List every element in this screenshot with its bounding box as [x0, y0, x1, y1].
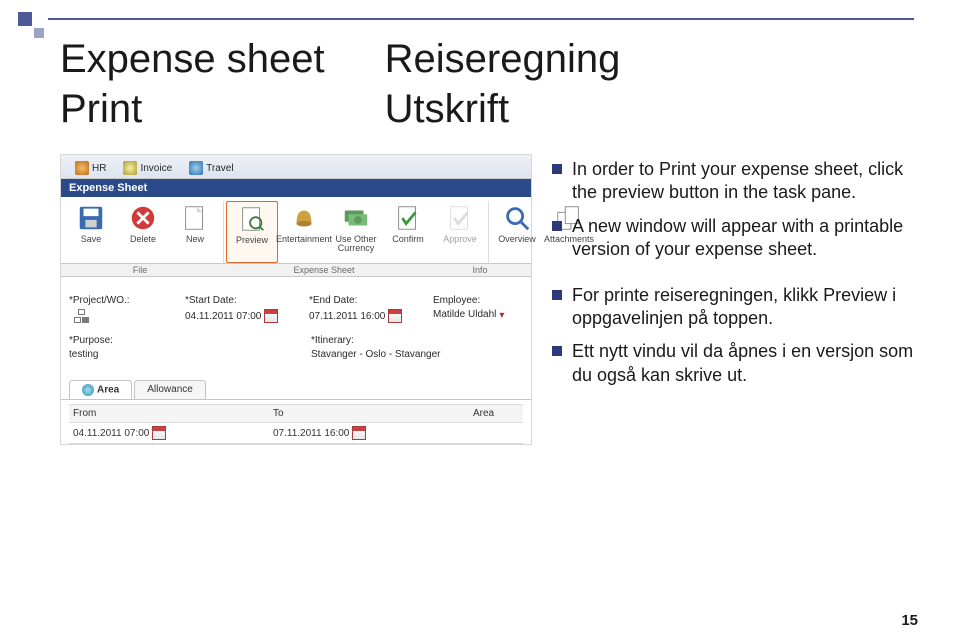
employee-value[interactable]: Matilde Uldahl — [433, 309, 496, 320]
approve-icon — [445, 203, 475, 233]
currency-icon — [341, 203, 371, 233]
title-english: Expense sheet Print — [60, 34, 325, 134]
title-no-2: Utskrift — [385, 84, 621, 134]
calendar-icon[interactable] — [152, 426, 166, 440]
globe-icon — [82, 384, 94, 396]
delete-button[interactable]: Delete — [117, 201, 169, 263]
title-en-2: Print — [60, 84, 325, 134]
group-info: Info — [429, 264, 531, 276]
chevron-down-icon[interactable]: ▾ — [499, 310, 509, 320]
preview-button[interactable]: Preview — [226, 201, 278, 263]
group-file: File — [61, 264, 219, 276]
itinerary-label: *Itinerary: — [311, 335, 523, 346]
confirm-icon — [393, 203, 423, 233]
save-icon — [76, 203, 106, 233]
ribbon-tab-hr[interactable]: HR — [67, 158, 114, 178]
bullet-en-1: In order to Print your expense sheet, cl… — [550, 158, 920, 205]
new-button[interactable]: New — [169, 201, 221, 263]
from-header: From — [69, 404, 269, 423]
confirm-button[interactable]: Confirm — [382, 201, 434, 263]
bullet-no-2: Ett nytt vindu vil da åpnes i en versjon… — [550, 340, 920, 387]
subtabs: Area Allowance — [61, 362, 531, 400]
ribbon-tab-travel[interactable]: Travel — [181, 158, 241, 178]
tab-allowance[interactable]: Allowance — [134, 380, 206, 399]
bullet-no-1: For printe reiseregningen, klikk Preview… — [550, 284, 920, 331]
form-row-2: *Purpose: testing *Itinerary: Stavanger … — [61, 325, 531, 362]
bullet-en-2: A new window will appear with a printabl… — [550, 215, 920, 262]
instructions: In order to Print your expense sheet, cl… — [550, 154, 920, 445]
form-row-1: *Project/WO.: *Start Date: 04.11.2011 07… — [61, 277, 531, 325]
section-header: Expense Sheet — [61, 179, 531, 197]
end-date-value[interactable]: 07.11.2011 16:00 — [309, 311, 385, 322]
bullets-english: In order to Print your expense sheet, cl… — [550, 158, 920, 262]
to-value[interactable]: 07.11.2011 16:00 — [273, 428, 349, 439]
overview-button[interactable]: Overview — [491, 201, 543, 263]
ribbon-tabs: HR Invoice Travel — [61, 155, 531, 179]
travel-icon — [189, 161, 203, 175]
from-value[interactable]: 04.11.2011 07:00 — [73, 428, 149, 439]
app-screenshot: HR Invoice Travel Expense Sheet Save De — [60, 154, 532, 445]
purpose-value[interactable]: testing — [69, 349, 303, 360]
overview-icon — [502, 203, 532, 233]
entertainment-button[interactable]: Entertainment — [278, 201, 330, 263]
delete-icon — [128, 203, 158, 233]
group-expense: Expense Sheet — [219, 264, 429, 276]
hr-icon — [75, 161, 89, 175]
itinerary-value[interactable]: Stavanger - Oslo - Stavanger — [311, 349, 523, 360]
employee-label: Employee: — [433, 295, 523, 306]
start-date-value[interactable]: 04.11.2011 07:00 — [185, 311, 261, 322]
area-header: Area — [469, 404, 523, 423]
use-other-currency-button[interactable]: Use Other Currency — [330, 201, 382, 263]
start-date-label: *Start Date: — [185, 295, 301, 306]
calendar-icon[interactable] — [264, 309, 278, 323]
title-row: Expense sheet Print Reiseregning Utskrif… — [60, 28, 920, 134]
tab-area[interactable]: Area — [69, 380, 132, 399]
calendar-icon[interactable] — [352, 426, 366, 440]
to-header: To — [269, 404, 469, 423]
toolbar: Save Delete New Preview Entert — [61, 197, 531, 264]
preview-icon — [237, 204, 267, 234]
calendar-icon[interactable] — [388, 309, 402, 323]
purpose-label: *Purpose: — [69, 335, 303, 346]
end-date-label: *End Date: — [309, 295, 425, 306]
area-grid: From 04.11.2011 07:00 To 07.11.2011 16:0… — [61, 400, 531, 444]
title-no-1: Reiseregning — [385, 34, 621, 84]
approve-button: Approve — [434, 201, 486, 263]
bullets-norwegian: For printe reiseregningen, klikk Preview… — [550, 284, 920, 388]
title-norwegian: Reiseregning Utskrift — [385, 34, 621, 134]
ribbon-tab-invoice[interactable]: Invoice — [115, 158, 180, 178]
project-label: *Project/WO.: — [69, 295, 177, 306]
title-en-1: Expense sheet — [60, 34, 325, 84]
entertainment-icon — [289, 203, 319, 233]
invoice-icon — [123, 161, 137, 175]
new-icon — [180, 203, 210, 233]
tree-icon[interactable] — [72, 309, 92, 323]
page-number: 15 — [901, 612, 918, 629]
toolbar-group-labels: File Expense Sheet Info — [61, 264, 531, 277]
save-button[interactable]: Save — [65, 201, 117, 263]
